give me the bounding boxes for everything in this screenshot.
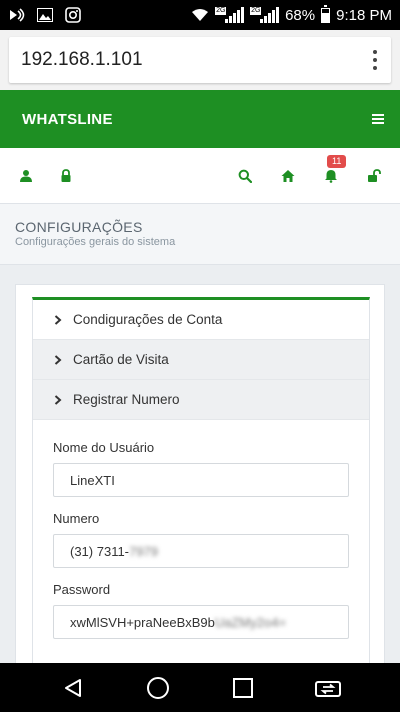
number-field[interactable]: (31) 7311- 7979 xyxy=(53,534,349,568)
recents-icon[interactable] xyxy=(228,673,258,703)
accordion-item-business-card[interactable]: Cartão de Visita xyxy=(33,340,369,380)
signal-icon: 2G xyxy=(215,7,245,23)
notification-icon xyxy=(8,7,26,23)
unlock-icon[interactable] xyxy=(364,166,384,186)
number-label: Numero xyxy=(53,511,100,526)
accordion-label: Condigurações de Conta xyxy=(73,312,223,327)
accordion-label: Cartão de Visita xyxy=(73,352,169,367)
battery-percent: 68% xyxy=(285,6,316,24)
page-title: CONFIGURAÇÕES xyxy=(15,219,143,235)
web-page: WHATSLINE 11 CONFIGURAÇÕES Configurações… xyxy=(0,90,400,663)
page-header: CONFIGURAÇÕES Configurações gerais do si… xyxy=(0,204,400,265)
password-value-redacted: UaZMy2o4= xyxy=(214,614,287,630)
hamburger-icon[interactable] xyxy=(372,114,384,124)
home-icon[interactable] xyxy=(278,166,298,186)
signal-icon: 2G xyxy=(250,7,280,23)
register-form: Nome do Usuário LineXTI Numero (31) 7311… xyxy=(33,420,369,639)
switch-app-icon[interactable] xyxy=(313,673,343,703)
username-group: Nome do Usuário LineXTI xyxy=(53,440,349,497)
icon-toolbar: 11 xyxy=(0,148,400,204)
brand-logo[interactable]: WHATSLINE xyxy=(22,111,113,128)
top-navbar: WHATSLINE xyxy=(0,90,400,148)
system-nav-bar xyxy=(0,663,400,712)
number-group: Numero (31) 7311- 7979 xyxy=(53,511,349,568)
wifi-icon xyxy=(191,7,209,23)
battery-icon xyxy=(321,4,331,23)
lock-icon[interactable] xyxy=(56,166,76,186)
instagram-icon xyxy=(64,7,82,23)
chevron-right-icon xyxy=(53,354,63,365)
username-field[interactable]: LineXTI xyxy=(53,463,349,497)
chevron-right-icon xyxy=(53,394,63,405)
browser-toolbar: 192.168.1.101 xyxy=(0,30,400,90)
password-field[interactable]: xwMlSVH+praNeeBxB9b UaZMy2o4= xyxy=(53,605,349,639)
password-group: Password xwMlSVH+praNeeBxB9b UaZMy2o4= xyxy=(53,582,349,639)
accordion-label: Registrar Numero xyxy=(73,392,180,407)
image-icon xyxy=(36,7,54,23)
user-icon[interactable] xyxy=(16,166,36,186)
clock: 9:18 PM xyxy=(336,6,392,24)
accordion-item-register-number[interactable]: Registrar Numero xyxy=(33,380,369,420)
back-icon[interactable] xyxy=(58,673,88,703)
page-subtitle: Configurações gerais do sistema xyxy=(15,236,176,248)
settings-panel: Condigurações de Conta Cartão de Visita … xyxy=(15,284,385,663)
number-value-redacted: 7979 xyxy=(129,543,158,559)
bell-icon[interactable]: 11 xyxy=(321,154,347,186)
chevron-right-icon xyxy=(53,314,63,325)
search-icon[interactable] xyxy=(235,166,255,186)
settings-accordion: Condigurações de Conta Cartão de Visita … xyxy=(32,297,370,663)
home-circle-icon[interactable] xyxy=(143,673,173,703)
password-value: xwMlSVH+praNeeBxB9b xyxy=(70,614,215,630)
password-label: Password xyxy=(53,582,111,597)
username-label: Nome do Usuário xyxy=(53,440,155,455)
notification-badge: 11 xyxy=(327,154,347,168)
number-value: (31) 7311- xyxy=(70,543,130,559)
address-bar[interactable]: 192.168.1.101 xyxy=(9,37,391,83)
accordion-item-account[interactable]: Condigurações de Conta xyxy=(33,300,369,340)
status-bar: 2G 2G 68% 9:18 PM xyxy=(0,0,400,30)
kebab-icon[interactable] xyxy=(371,46,379,74)
url-text[interactable]: 192.168.1.101 xyxy=(21,49,143,71)
